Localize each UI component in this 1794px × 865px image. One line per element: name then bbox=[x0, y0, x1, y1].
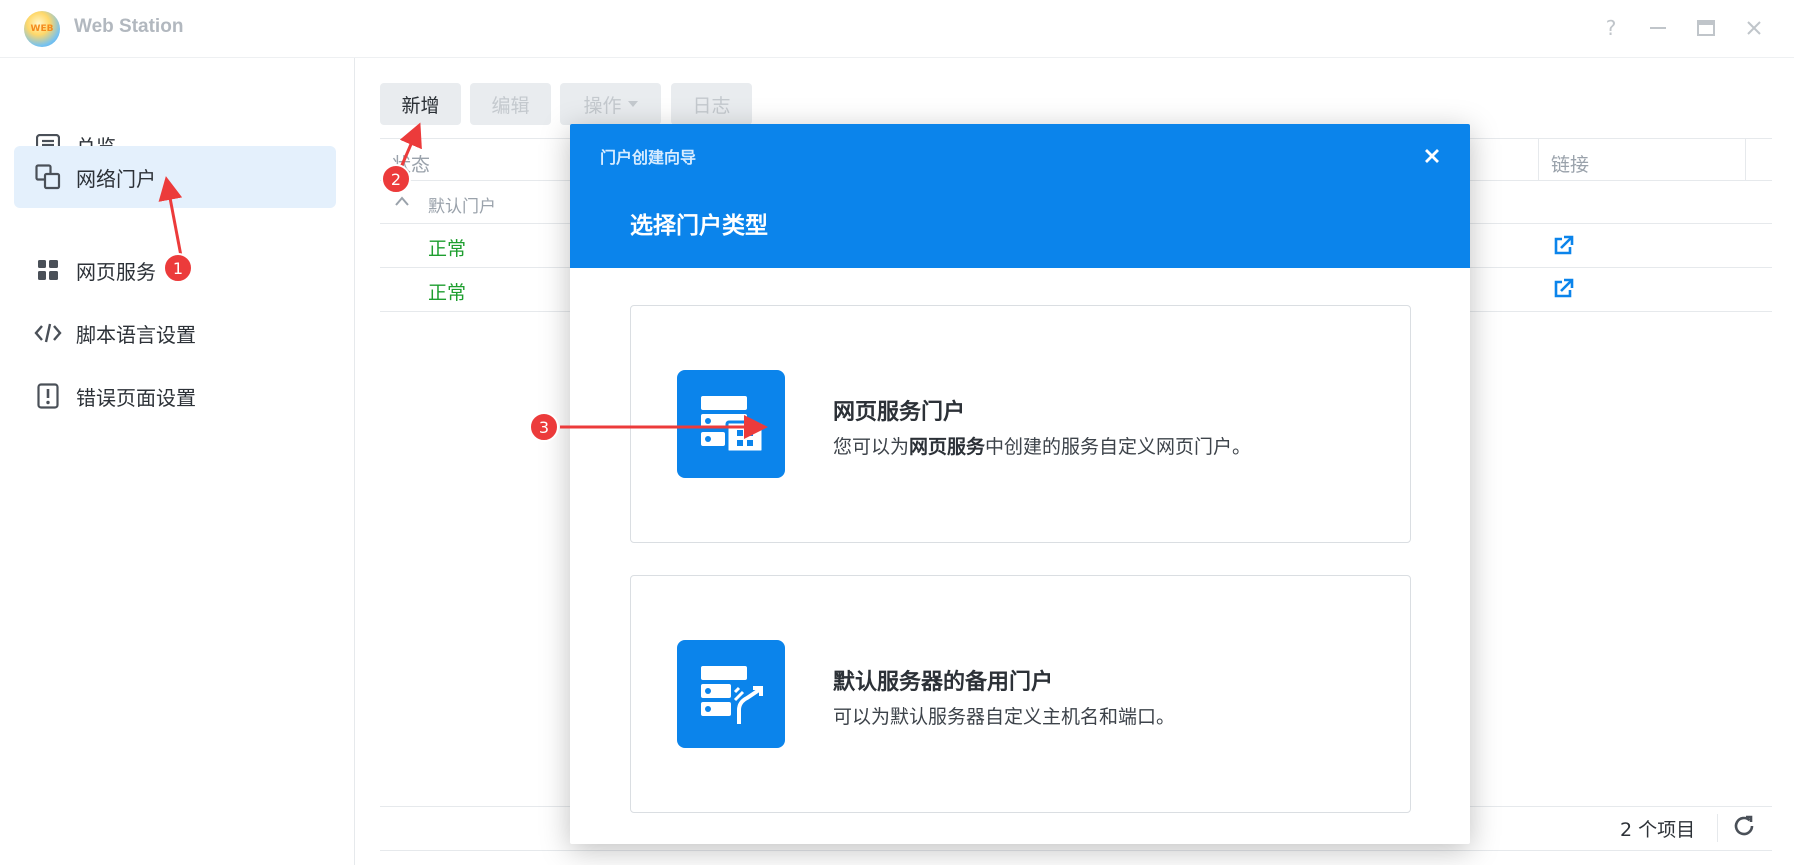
wizard-title: 门户创建向导 bbox=[600, 148, 697, 167]
sidebar-item-label: 错误页面设置 bbox=[76, 385, 196, 410]
caret-down-icon bbox=[627, 101, 638, 107]
maximize-icon[interactable] bbox=[1692, 14, 1720, 42]
action-label: 操作 bbox=[583, 94, 622, 117]
alternative-portal-icon bbox=[677, 640, 785, 748]
card-description: 您可以为网页服务中创建的服务自定义网页门户。 bbox=[833, 432, 1251, 459]
chevron-up-icon bbox=[395, 196, 409, 206]
web-service-portal-icon bbox=[677, 370, 785, 478]
error-page-icon bbox=[34, 382, 62, 410]
web-station-window: WEB Web Station ? 总览 网络门户 bbox=[0, 0, 1794, 865]
close-icon[interactable] bbox=[1740, 14, 1768, 42]
card-title: 默认服务器的备用门户 bbox=[833, 670, 1054, 695]
refresh-icon[interactable] bbox=[1731, 813, 1757, 839]
group-label: 默认门户 bbox=[428, 197, 496, 217]
help-glyph: ? bbox=[1605, 16, 1617, 40]
title-bar: WEB Web Station ? bbox=[0, 0, 1794, 58]
wizard-header: 门户创建向导 选择门户类型 bbox=[570, 124, 1470, 268]
annotation-badge-1: 1 bbox=[163, 253, 193, 283]
annotation-badge-3: 3 bbox=[529, 412, 559, 442]
log-button[interactable]: 日志 bbox=[671, 83, 752, 125]
portal-creation-wizard: 门户创建向导 选择门户类型 网页服务门户 您可以为网页服务中创建的服务自定义网页… bbox=[570, 124, 1470, 844]
card-title: 网页服务门户 bbox=[833, 400, 966, 425]
add-button[interactable]: 新增 bbox=[380, 83, 461, 125]
sidebar-item-portal[interactable]: 网络门户 bbox=[14, 146, 336, 208]
app-logo: WEB bbox=[24, 11, 60, 47]
app-title: Web Station bbox=[74, 16, 184, 37]
card-desc-prefix: 您可以为 bbox=[833, 436, 910, 458]
web-service-icon bbox=[34, 256, 62, 284]
alternative-portal-card[interactable]: 默认服务器的备用门户 可以为默认服务器自定义主机名和端口。 bbox=[630, 575, 1411, 813]
sidebar-item-label: 网络门户 bbox=[76, 166, 156, 191]
minimize-icon[interactable] bbox=[1644, 14, 1672, 42]
help-icon[interactable]: ? bbox=[1597, 14, 1625, 42]
item-count: 2 个项目 bbox=[1620, 819, 1696, 841]
sidebar: 总览 网络门户 网页服务 脚本语言设置 错误页面设置 bbox=[0, 58, 355, 865]
sidebar-item-error-page[interactable]: 错误页面设置 bbox=[14, 365, 336, 427]
external-link-icon[interactable] bbox=[1552, 235, 1574, 257]
code-icon bbox=[34, 319, 62, 347]
web-service-portal-card[interactable]: 网页服务门户 您可以为网页服务中创建的服务自定义网页门户。 bbox=[630, 305, 1411, 543]
sidebar-item-label: 网页服务 bbox=[76, 259, 156, 284]
edit-button[interactable]: 编辑 bbox=[470, 83, 551, 125]
external-link-icon[interactable] bbox=[1552, 278, 1574, 300]
card-description: 可以为默认服务器自定义主机名和端口。 bbox=[833, 706, 1176, 728]
column-header-link[interactable]: 链接 bbox=[1551, 150, 1589, 177]
status-text: 正常 bbox=[428, 238, 467, 260]
card-desc-suffix: 中创建的服务自定义网页门户。 bbox=[985, 436, 1252, 458]
sidebar-item-script-language[interactable]: 脚本语言设置 bbox=[14, 302, 336, 364]
close-icon[interactable] bbox=[1418, 142, 1446, 170]
app-logo-text: WEB bbox=[30, 24, 54, 34]
status-text: 正常 bbox=[428, 282, 467, 304]
portal-icon bbox=[34, 163, 62, 191]
wizard-subtitle: 选择门户类型 bbox=[630, 213, 768, 239]
annotation-badge-2: 2 bbox=[381, 164, 411, 194]
card-desc-bold: 网页服务 bbox=[909, 436, 986, 458]
sidebar-item-label: 脚本语言设置 bbox=[76, 322, 196, 347]
action-dropdown[interactable]: 操作 bbox=[560, 83, 661, 125]
